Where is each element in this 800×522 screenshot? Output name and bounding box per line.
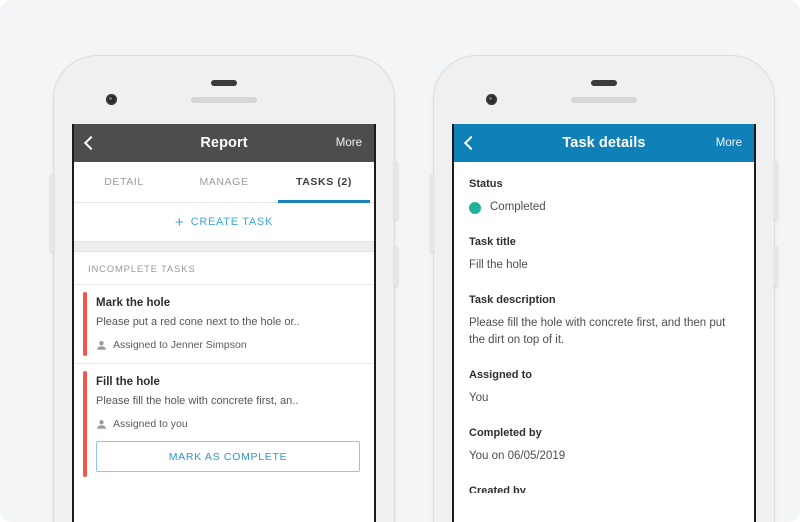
status-dot-icon [469,201,481,214]
field-task-title: Task title Fill the hole [469,236,739,275]
field-assigned-to: Assigned to You [469,369,739,408]
speaker-grille-icon [191,97,257,103]
person-icon [97,419,106,429]
field-label: Task description [469,293,556,306]
screen-left: Report More DETAIL MANAGE TASKS (2) + CR… [72,124,376,522]
field-task-description: Task description Please fill the hole wi… [469,294,739,351]
app-bar-task-details: Task details More [454,124,754,162]
task-title: Fill the hole [96,376,160,388]
task-description: Please put a red cone next to the hole o… [96,316,300,328]
speaker-slot-icon [211,80,237,86]
app-bar-report: Report More [74,124,374,162]
task-accent-bar [83,292,87,356]
tab-manage[interactable]: MANAGE [174,162,274,202]
field-value: Fill the hole [469,258,528,271]
volume-button[interactable] [50,174,54,252]
section-divider [74,241,374,252]
task-card[interactable]: Fill the hole Please fill the hole with … [74,363,374,484]
status-badge: Completed [469,199,739,217]
section-label-incomplete-tasks: INCOMPLETE TASKS [74,252,374,284]
field-label: Status [469,178,503,190]
front-camera-icon [486,94,497,105]
volume-button[interactable] [430,174,434,252]
field-value: You [469,392,489,405]
speaker-slot-icon [591,80,617,86]
screenshot-canvas: Report More DETAIL MANAGE TASKS (2) + CR… [0,0,800,522]
task-list: Mark the hole Please put a red cone next… [74,284,374,484]
field-label: Created by [469,484,526,493]
task-assignee-label: Assigned to Jenner Simpson [113,339,247,351]
phone-device-right: Task details More Status Completed Task … [430,55,778,522]
more-button[interactable]: More [336,137,362,149]
chevron-left-icon [463,135,479,151]
field-label: Task title [469,235,516,248]
side-button-secondary[interactable] [774,246,778,286]
chevron-left-icon [83,135,99,151]
screen-right: Task details More Status Completed Task … [452,124,756,522]
tab-detail[interactable]: DETAIL [74,162,174,202]
plus-icon: + [174,213,184,231]
tab-bar: DETAIL MANAGE TASKS (2) [74,162,374,203]
power-button[interactable] [394,161,398,219]
phone-device-left: Report More DETAIL MANAGE TASKS (2) + CR… [50,55,398,522]
task-assignee: Assigned to you [96,418,360,430]
page-title: Report [200,135,248,151]
field-label: Assigned to [469,369,532,382]
front-camera-icon [106,94,117,105]
more-button[interactable]: More [716,137,742,149]
tab-tasks[interactable]: TASKS (2) [274,162,374,203]
task-detail-body: Status Completed Task title Fill the hol… [454,162,754,522]
power-button[interactable] [774,161,778,219]
task-description: Please fill the hole with concrete first… [96,395,299,407]
speaker-grille-icon [571,97,637,103]
create-task-label: CREATE TASK [190,216,274,228]
field-created-by: Created by [469,485,739,493]
page-title: Task details [562,135,646,151]
task-title: Mark the hole [96,297,171,309]
field-label: Completed by [469,427,542,440]
person-icon [97,340,106,350]
task-assignee-label: Assigned to you [113,418,188,430]
field-value: You on 06/05/2019 [469,450,566,463]
field-value: Completed [490,201,546,213]
back-button[interactable] [463,135,488,151]
create-task-button[interactable]: + CREATE TASK [74,203,374,241]
field-status: Status Completed [469,178,739,217]
task-assignee: Assigned to Jenner Simpson [96,339,360,351]
task-card[interactable]: Mark the hole Please put a red cone next… [74,284,374,363]
back-button[interactable] [83,135,108,151]
field-completed-by: Completed by You on 06/05/2019 [469,427,739,466]
side-button-secondary[interactable] [394,246,398,286]
task-accent-bar [83,371,87,477]
field-value: Please fill the hole with concrete first… [469,316,726,347]
mark-as-complete-button[interactable]: MARK AS COMPLETE [96,441,360,472]
